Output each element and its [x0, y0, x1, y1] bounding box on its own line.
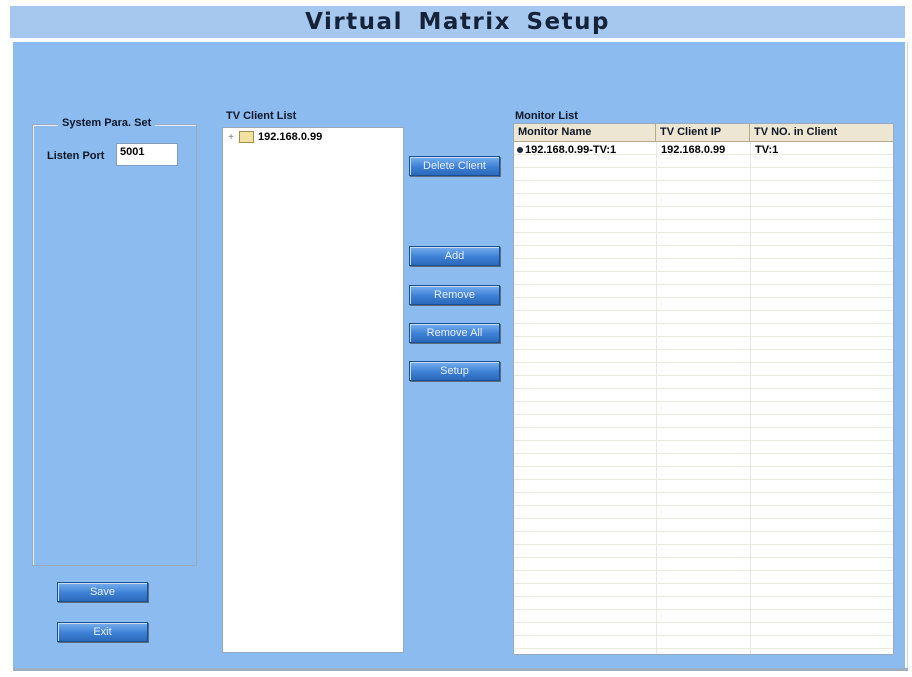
column-header-tv-no-in-client[interactable]: TV NO. in Client: [750, 124, 893, 141]
tree-item-client[interactable]: + 192.168.0.99: [225, 131, 322, 143]
monitor-table-header: Monitor Name TV Client IP TV NO. in Clie…: [514, 124, 893, 142]
column-header-monitor-name[interactable]: Monitor Name: [514, 124, 656, 141]
remove-all-button[interactable]: Remove All: [409, 323, 500, 343]
frame-border-bottom: [13, 668, 908, 671]
system-params-group-title: System Para. Set: [58, 117, 156, 129]
tv-no-cell: TV:1: [755, 144, 779, 156]
folder-icon: [239, 131, 254, 143]
column-divider: [750, 142, 751, 654]
exit-button[interactable]: Exit: [57, 622, 148, 642]
monitor-name-text: 192.168.0.99-TV:1: [525, 144, 617, 156]
tv-client-tree[interactable]: + 192.168.0.99: [222, 127, 404, 653]
monitor-name-cell: 192.168.0.99-TV:1: [517, 144, 616, 156]
title-bar: Virtual Matrix Setup: [10, 6, 905, 38]
table-grid: [514, 142, 893, 654]
window-title: Virtual Matrix Setup: [305, 9, 610, 35]
tree-item-label: 192.168.0.99: [258, 131, 323, 143]
frame-border-right: [907, 42, 908, 668]
add-button[interactable]: Add: [409, 246, 500, 266]
save-button[interactable]: Save: [57, 582, 148, 602]
listen-port-label: Listen Port: [47, 150, 105, 162]
remove-button[interactable]: Remove: [409, 285, 500, 305]
monitor-icon: [517, 147, 523, 153]
column-divider: [656, 142, 657, 654]
column-header-tv-client-ip[interactable]: TV Client IP: [656, 124, 750, 141]
system-params-group: [32, 124, 197, 566]
delete-client-button[interactable]: Delete Client: [409, 156, 500, 176]
listen-port-input[interactable]: 5001: [116, 143, 178, 166]
expand-icon[interactable]: +: [225, 132, 237, 143]
tv-client-ip-cell: 192.168.0.99: [661, 144, 726, 156]
monitor-table[interactable]: Monitor Name TV Client IP TV NO. in Clie…: [513, 123, 894, 655]
monitor-list-label: Monitor List: [515, 110, 578, 122]
setup-button[interactable]: Setup: [409, 361, 500, 381]
tv-client-list-label: TV Client List: [226, 110, 297, 122]
